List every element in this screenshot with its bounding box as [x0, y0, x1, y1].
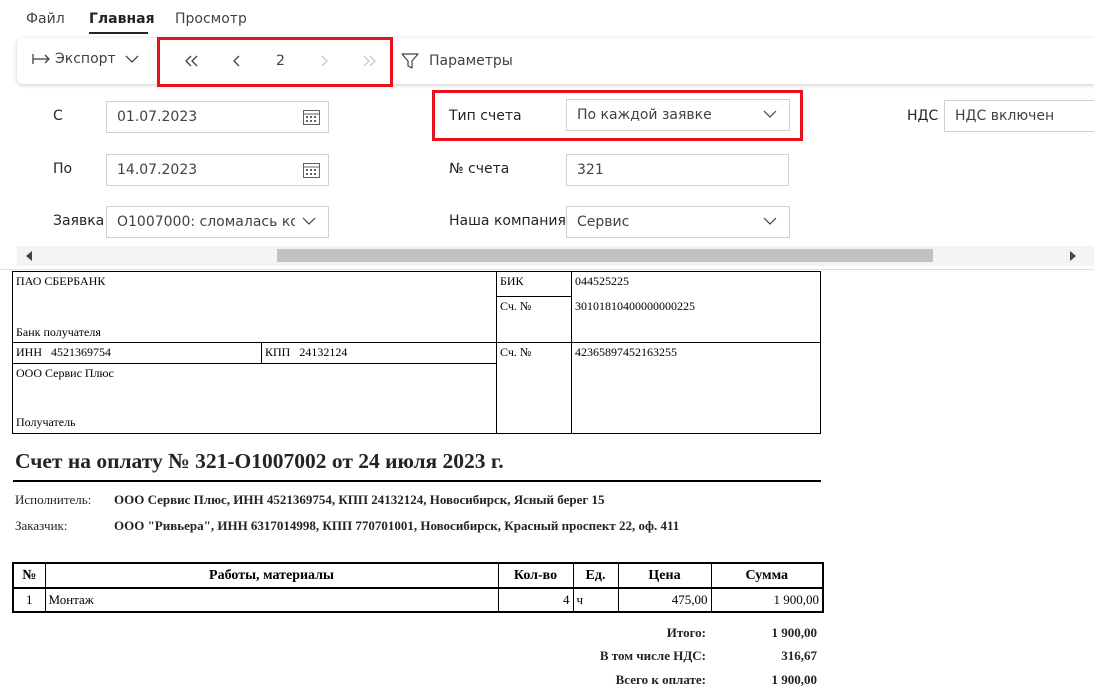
calendar-icon[interactable] [303, 110, 320, 125]
export-label: Экспорт [55, 51, 116, 67]
col-qty-header: Кол-во [497, 562, 574, 589]
to-date-label: По [53, 161, 73, 177]
title-underline [13, 480, 821, 482]
chevron-down-icon [125, 55, 139, 63]
active-tab-indicator [89, 32, 148, 34]
next-page-icon[interactable] [320, 55, 330, 67]
due-label: Всего к оплате: [615, 672, 706, 687]
row-qty: 4 [497, 587, 574, 613]
bank-name-cell: ПАО СБЕРБАНК [12, 271, 497, 322]
bank-details-table: ПАО СБЕРБАНК БИК 044525225 Сч. № 3010181… [12, 271, 821, 434]
executor-value: ООО Сервис Плюс, ИНН 4521369754, КПП 241… [114, 492, 605, 507]
total-label: Итого: [666, 625, 706, 640]
inn-label: ИНН [16, 345, 42, 359]
col-work-header: Работы, материалы [44, 562, 499, 589]
tab-view[interactable]: Просмотр [175, 11, 247, 27]
scroll-right-arrow-icon[interactable] [1070, 251, 1077, 261]
vat-total-value: 316,67 [781, 648, 817, 663]
kpp-value: 24132124 [299, 345, 348, 359]
invoice-type-label: Тип счета [449, 108, 522, 124]
invoice-number-value: 321 [577, 162, 604, 178]
items-table: № Работы, материалы Кол-во Ед. Цена Сумм… [12, 562, 824, 613]
col-number-header: № [12, 562, 46, 589]
row-price: 475,00 [617, 587, 712, 613]
previous-page-icon[interactable] [232, 55, 242, 67]
recipient-name: ООО Сервис Плюс [16, 366, 114, 380]
ribbon-tabs: Файл Главная Просмотр [0, 0, 1094, 38]
customer-label: Заказчик: [15, 518, 68, 533]
invoice-title: Счет на оплату № 321-О1007002 от 24 июля… [15, 449, 504, 473]
row-number: 1 [12, 587, 46, 613]
scroll-left-arrow-icon[interactable] [26, 251, 33, 261]
company-label: Наша компания [449, 213, 566, 229]
filter-icon [401, 53, 419, 69]
vat-total-label: В том числе НДС: [599, 648, 706, 663]
bik-label: БИК [496, 271, 572, 297]
from-date-value: 01.07.2023 [117, 109, 198, 125]
company-select[interactable]: Сервис [566, 206, 790, 238]
request-value: О1007000: сломалась ко... [117, 214, 295, 230]
chevron-down-icon [302, 217, 316, 225]
first-page-icon[interactable] [183, 55, 201, 67]
inn-value: 4521369754 [51, 345, 111, 359]
account-value: 42365897452163255 [571, 342, 821, 434]
recipient-caption: Получатель [16, 415, 76, 429]
recipient-cell: ООО Сервис Плюс Получатель [12, 363, 497, 434]
calendar-icon[interactable] [303, 163, 320, 178]
chevron-down-icon [763, 217, 777, 225]
request-select[interactable]: О1007000: сломалась ко... [106, 206, 329, 238]
executor-label: Исполнитель: [15, 492, 92, 507]
parameters-button[interactable]: Параметры [401, 52, 513, 70]
inn-cell: ИНН 4521369754 [12, 342, 262, 364]
account-label: Сч. № [496, 342, 572, 434]
invoice-type-select[interactable]: По каждой заявке [566, 99, 790, 131]
table-row: 1 Монтаж 4 ч 475,00 1 900,00 [12, 587, 824, 613]
due-value: 1 900,00 [771, 672, 818, 687]
col-sum-header: Сумма [710, 562, 824, 589]
vat-value: НДС включен [955, 108, 1055, 124]
invoice-number-label: № счета [449, 161, 510, 177]
tab-home[interactable]: Главная [89, 11, 155, 27]
scrollbar-thumb[interactable] [277, 249, 933, 262]
invoice-number-input[interactable]: 321 [566, 154, 789, 186]
bank-name: ПАО СБЕРБАНК [16, 274, 106, 288]
export-button[interactable]: Экспорт [32, 51, 139, 67]
bik-value: 044525225 [571, 271, 821, 297]
col-unit-header: Ед. [572, 562, 619, 589]
vat-select[interactable]: НДС включен [944, 100, 1094, 132]
invoice-type-value: По каждой заявке [577, 107, 712, 123]
kpp-label: КПП [265, 345, 291, 359]
to-date-value: 14.07.2023 [117, 162, 198, 178]
corr-account-label: Сч. № [496, 296, 572, 343]
current-page-number[interactable]: 2 [276, 53, 285, 69]
from-date-field[interactable]: 01.07.2023 [106, 101, 329, 133]
chevron-down-icon [763, 110, 777, 118]
customer-value: ООО "Ривьера", ИНН 6317014998, КПП 77070… [114, 518, 680, 533]
report-area-divider [0, 269, 1094, 270]
tab-file[interactable]: Файл [26, 11, 65, 27]
col-price-header: Цена [617, 562, 712, 589]
from-date-label: С [53, 108, 63, 124]
total-value: 1 900,00 [771, 625, 818, 640]
kpp-cell: КПП 24132124 [261, 342, 497, 364]
row-sum: 1 900,00 [710, 587, 824, 613]
request-label: Заявка [53, 213, 105, 229]
corr-account-value: 30101810400000000225 [571, 296, 821, 343]
export-arrow-icon [32, 54, 50, 64]
vat-label: НДС [907, 108, 939, 124]
row-unit: ч [572, 587, 619, 613]
to-date-field[interactable]: 14.07.2023 [106, 154, 329, 186]
bank-caption: Банк получателя [12, 321, 497, 343]
row-work: Монтаж [44, 587, 499, 613]
parameters-label: Параметры [429, 53, 513, 69]
company-value: Сервис [577, 214, 630, 230]
last-page-icon[interactable] [361, 55, 379, 67]
